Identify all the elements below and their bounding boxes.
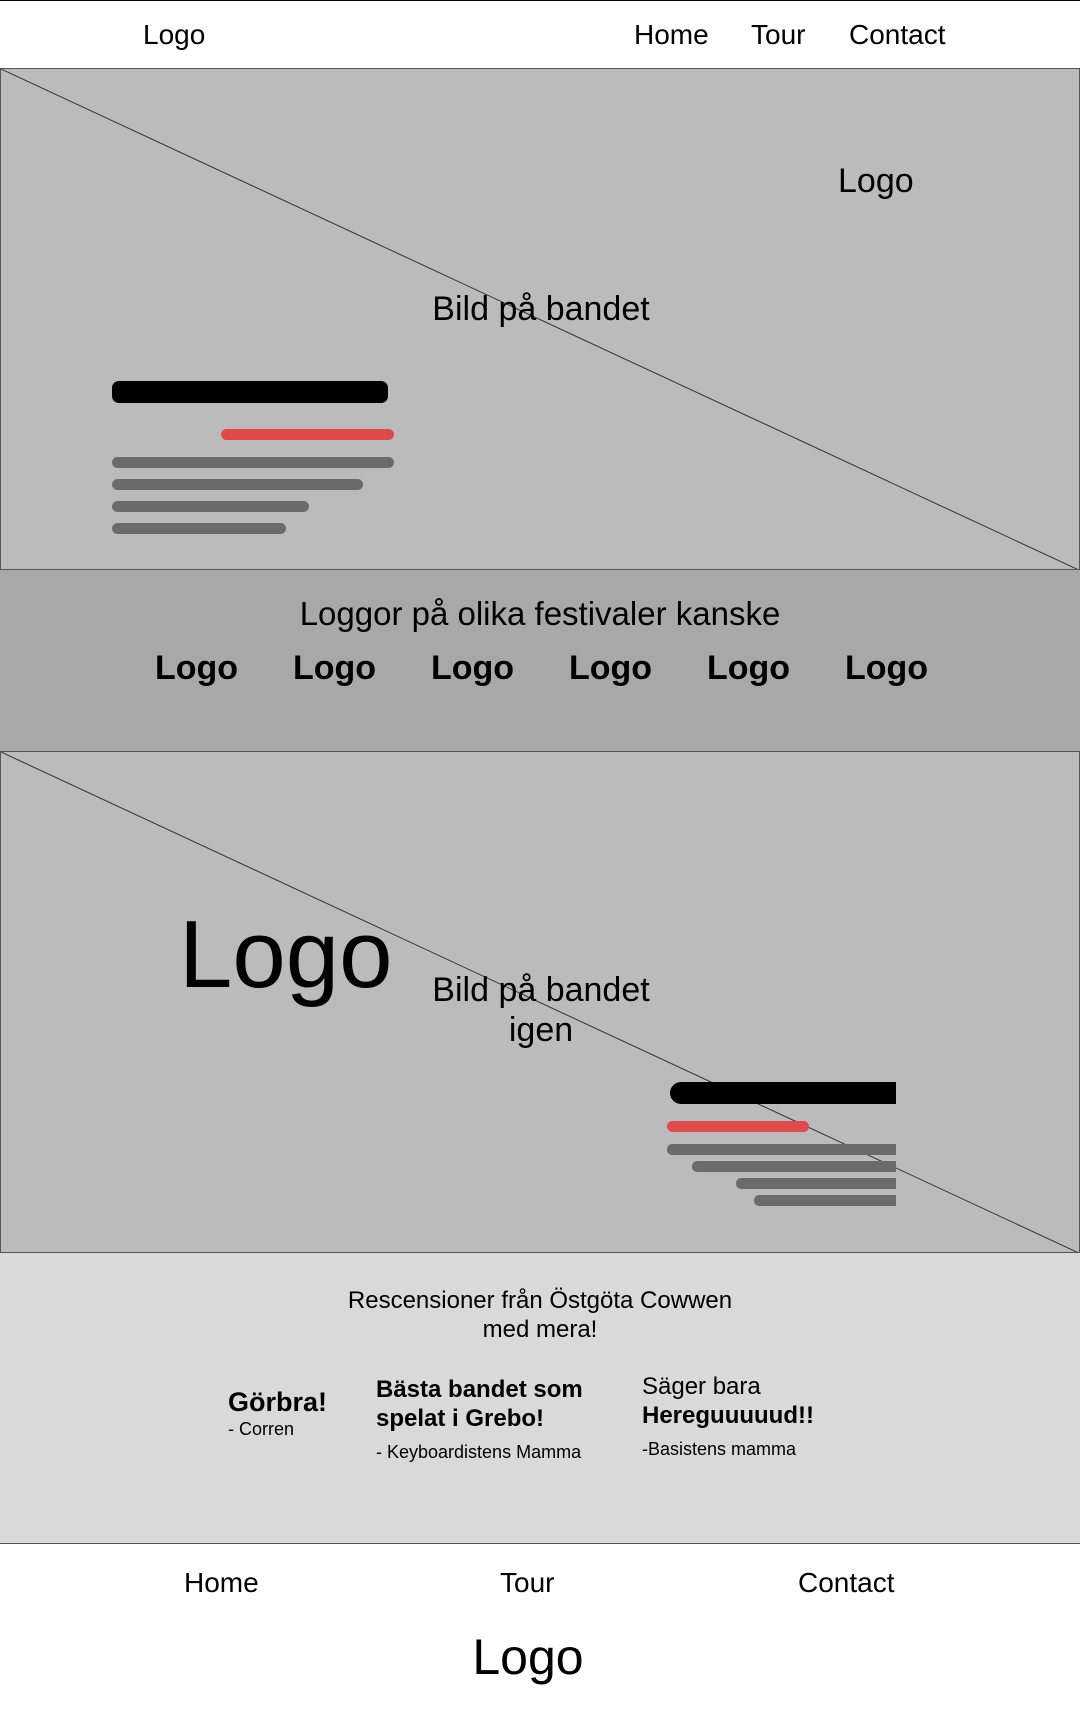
hero-image-label: Bild på bandet igen <box>341 970 741 1050</box>
review-quote: Görbra! <box>228 1387 328 1417</box>
review-author: - Corren <box>228 1419 295 1439</box>
footer-home-link[interactable]: Home <box>184 1566 259 1600</box>
review-quote: spelat i Grebo! <box>376 1405 545 1432</box>
text-placeholder-bar <box>754 1195 896 1206</box>
hero-image-label: Bild på bandet <box>432 290 650 328</box>
review-card: Görbra! - Corren <box>228 1386 327 1440</box>
subheadline-placeholder-bar <box>667 1121 809 1132</box>
review-quote: Bästa bandet som <box>376 1376 583 1403</box>
hero-image-label-line: igen <box>508 1011 574 1049</box>
headline-placeholder-bar <box>112 381 388 403</box>
festival-logos-band: Loggor på olika festivaler kanske Logo L… <box>0 570 1080 751</box>
footer-tour-link[interactable]: Tour <box>500 1566 554 1600</box>
text-placeholder-bar <box>736 1178 896 1189</box>
text-placeholder-bar <box>667 1144 896 1155</box>
hero-image-placeholder: Logo Bild på bandet <box>0 68 1080 570</box>
text-placeholder-bar <box>692 1161 896 1172</box>
subheadline-placeholder-bar <box>221 429 394 440</box>
review-card: Säger bara Hereguuuuud!! -Basistens mamm… <box>642 1372 814 1460</box>
review-author: - Keyboardistens Mamma <box>376 1442 582 1462</box>
text-placeholder-bar <box>112 457 394 468</box>
festival-logo: Logo <box>569 649 653 687</box>
text-placeholder-bar <box>112 523 286 534</box>
festival-logo: Logo <box>293 649 377 687</box>
top-nav: Logo Home Tour Contact <box>0 0 1080 68</box>
festival-logo: Logo <box>845 649 929 687</box>
nav-contact-link[interactable]: Contact <box>849 18 946 52</box>
nav-home-link[interactable]: Home <box>634 18 709 52</box>
review-quote: Hereguuuuud!! <box>642 1402 814 1429</box>
reviews-title-line: Rescensioner från Östgöta Cowwen <box>347 1287 733 1314</box>
nav-tour-link[interactable]: Tour <box>751 18 805 52</box>
header-logo[interactable]: Logo <box>143 18 205 52</box>
reviews-title: Rescensioner från Östgöta Cowwen med mer… <box>310 1286 770 1344</box>
footer-logo[interactable]: Logo <box>0 1629 1056 1685</box>
review-card: Bästa bandet som spelat i Grebo! - Keybo… <box>376 1375 583 1463</box>
text-placeholder-bar <box>112 479 363 490</box>
festival-logos-title: Loggor på olika festivaler kanske <box>299 595 781 632</box>
hero-image-label-line: Bild på bandet <box>432 971 650 1009</box>
hero-logo: Logo <box>838 162 914 200</box>
reviews-section: Rescensioner från Östgöta Cowwen med mer… <box>0 1253 1080 1544</box>
footer-contact-link[interactable]: Contact <box>798 1566 895 1600</box>
festival-logo: Logo <box>431 649 515 687</box>
footer: Home Tour Contact Logo <box>0 1544 1080 1725</box>
review-author: -Basistens mamma <box>642 1439 797 1459</box>
text-placeholder-bar <box>112 501 309 512</box>
review-quote: Säger bara <box>642 1373 761 1400</box>
festival-logo: Logo <box>155 649 239 687</box>
headline-placeholder-bar <box>670 1082 896 1104</box>
second-hero-image-placeholder: Logo Bild på bandet igen <box>0 751 1080 1253</box>
festival-logo: Logo <box>707 649 791 687</box>
reviews-title-line: med mera! <box>482 1316 598 1343</box>
